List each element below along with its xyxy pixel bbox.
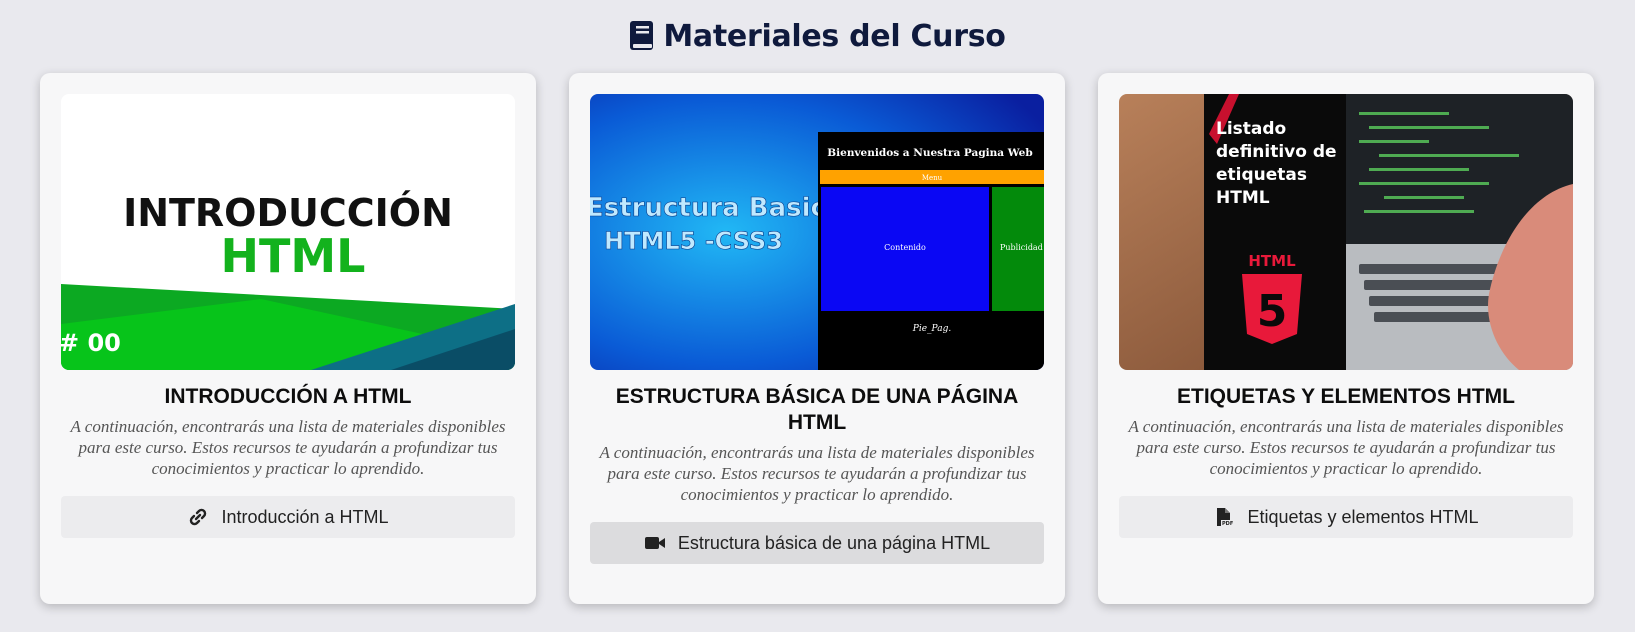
course-card-intro-html: INTRODUCCIÓN HTML # 00 INTRODUCCIÓN A HT… <box>40 73 536 604</box>
thumb-line3: etiquetas <box>1216 165 1307 185</box>
thumb-menu: Menu <box>922 174 943 182</box>
page-title: Materiales del Curso <box>663 18 1006 54</box>
pdf-file-icon: PDF <box>1217 508 1234 527</box>
thumb-logo-label: HTML <box>1248 252 1296 270</box>
svg-text:PDF: PDF <box>1222 521 1233 527</box>
material-link-label: Estructura básica de una página HTML <box>677 532 991 553</box>
book-icon <box>630 21 654 50</box>
card-title: ESTRUCTURA BÁSICA DE UNA PÁGINA HTML <box>615 385 1019 434</box>
thumbnail-image: Estructura Basica HTML5 -CSS3 Bienvenido… <box>590 94 1044 370</box>
material-link-button[interactable]: Estructura básica de una página HTML <box>590 522 1044 564</box>
thumb-line4: HTML <box>1216 188 1270 208</box>
material-link-button[interactable]: Introducción a HTML <box>61 496 515 538</box>
page-header: Materiales del Curso <box>0 14 1635 58</box>
thumb-line2: HTML <box>221 229 366 283</box>
course-card-basic-structure: Estructura Basica HTML5 -CSS3 Bienvenido… <box>569 73 1065 604</box>
thumb-line1: Estructura Basica <box>590 193 843 223</box>
course-card-tags-elements: Listado definitivo de etiquetas HTML HTM… <box>1098 73 1594 604</box>
link-icon <box>190 508 207 526</box>
video-icon <box>644 537 665 549</box>
card-thumbnail: Estructura Basica HTML5 -CSS3 Bienvenido… <box>590 94 1044 370</box>
card-title: INTRODUCCIÓN A HTML <box>164 385 412 408</box>
card-description: A continuación, encontrarás una lista de… <box>599 443 1035 504</box>
thumb-ads: Publicidad <box>1000 243 1043 252</box>
thumb-page-header: Bienvenidos a Nuestra Pagina Web <box>827 147 1032 159</box>
material-link-button[interactable]: PDF Etiquetas y elementos HTML <box>1119 496 1573 538</box>
card-thumbnail: Listado definitivo de etiquetas HTML HTM… <box>1119 94 1573 370</box>
thumb-line2: definitivo de <box>1216 142 1337 162</box>
thumb-line2: HTML5 -CSS3 <box>604 227 783 255</box>
thumb-logo-number: 5 <box>1257 286 1288 337</box>
thumbnail-image: INTRODUCCIÓN HTML # 00 <box>61 94 515 370</box>
thumbnail-image: Listado definitivo de etiquetas HTML HTM… <box>1119 94 1573 370</box>
card-thumbnail: INTRODUCCIÓN HTML # 00 <box>61 94 515 370</box>
thumb-line1: Listado <box>1216 119 1286 139</box>
material-link-label: Etiquetas y elementos HTML <box>1247 506 1479 527</box>
thumb-badge: # 00 <box>61 329 121 357</box>
material-link-label: Introducción a HTML <box>221 506 389 527</box>
thumb-content: Contenido <box>884 243 926 252</box>
thumb-footer: Pie_Pag. <box>912 324 952 334</box>
card-description: A continuación, encontrarás una lista de… <box>70 417 506 478</box>
card-title: ETIQUETAS Y ELEMENTOS HTML <box>1177 385 1515 408</box>
card-description: A continuación, encontrarás una lista de… <box>1128 417 1564 478</box>
html5-logo: HTML 5 <box>1242 252 1302 344</box>
